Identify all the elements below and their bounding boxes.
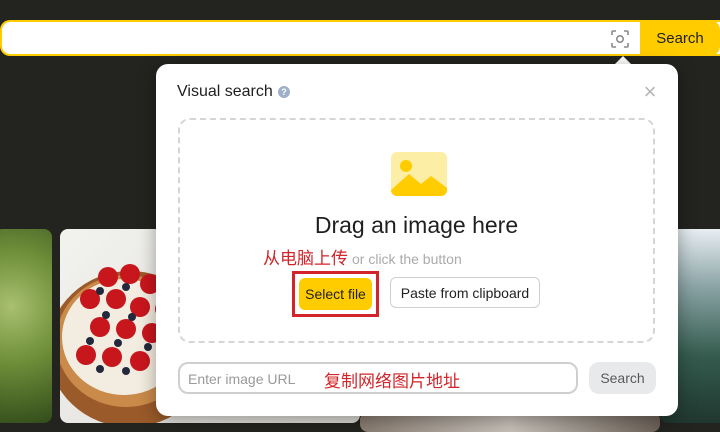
drag-heading: Drag an image here bbox=[314, 212, 519, 238]
result-image-lime[interactable] bbox=[0, 229, 52, 423]
paste-from-clipboard-button[interactable]: Paste from clipboard bbox=[390, 277, 540, 308]
highlight-box: Select file bbox=[292, 271, 379, 317]
camera-lens-icon[interactable] bbox=[605, 24, 635, 54]
image-placeholder-icon bbox=[391, 152, 447, 196]
url-annotation: 复制网络图片地址 bbox=[324, 372, 460, 391]
select-file-button[interactable]: Select file bbox=[299, 278, 372, 310]
upload-annotation: 从电脑上传 bbox=[263, 249, 348, 268]
image-dropzone[interactable]: Drag an image here 从电脑上传 or click the but… bbox=[178, 118, 655, 343]
search-input[interactable] bbox=[2, 22, 622, 54]
search-button[interactable]: Search bbox=[640, 20, 720, 56]
info-icon[interactable]: ? bbox=[278, 86, 290, 98]
dropzone-subtext: 从电脑上传 or click the button bbox=[263, 244, 462, 269]
url-search-button[interactable]: Search bbox=[589, 362, 656, 394]
visual-search-dialog: Visual search ? × Drag an image here 从电脑… bbox=[156, 64, 678, 416]
image-url-field[interactable]: 复制网络图片地址 bbox=[178, 362, 578, 394]
close-icon[interactable]: × bbox=[640, 81, 660, 103]
click-hint: or click the button bbox=[352, 251, 462, 267]
dialog-title: Visual search bbox=[177, 83, 273, 100]
